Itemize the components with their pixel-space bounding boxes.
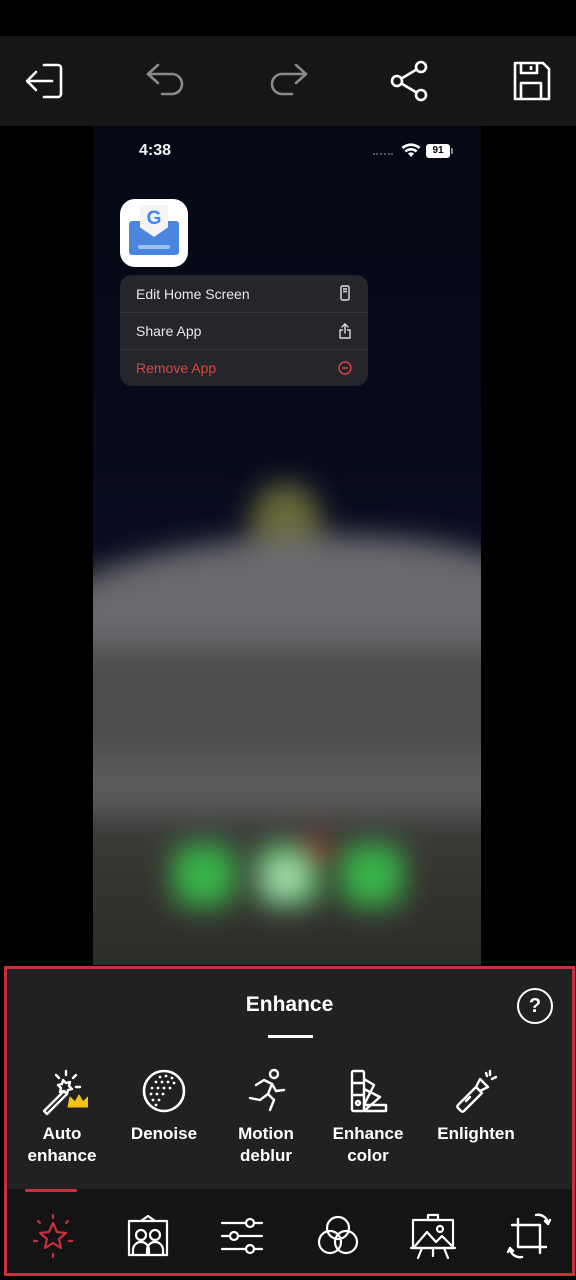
tab-enhance[interactable] xyxy=(26,1211,80,1261)
menu-item-share-app[interactable]: Share App xyxy=(120,312,368,349)
magic-wand-icon xyxy=(42,1069,88,1116)
save-icon xyxy=(513,61,551,101)
enhance-panel: Enhance ? Auto enhance Denoise Motion de… xyxy=(4,966,575,1276)
panel-title: Enhance xyxy=(245,993,334,1016)
menu-item-label: Edit Home Screen xyxy=(136,285,250,302)
share-icon xyxy=(390,60,428,102)
battery-indicator: 91 xyxy=(426,144,453,158)
redo-icon xyxy=(270,63,308,96)
color-circles-icon xyxy=(317,1215,359,1255)
wallpaper-ground xyxy=(93,646,481,766)
share-up-icon xyxy=(339,323,351,339)
flashlight-icon xyxy=(456,1069,498,1113)
easel-icon xyxy=(409,1213,457,1260)
app-context-menu: Edit Home Screen Share App Remove App xyxy=(120,275,368,386)
menu-item-edit-home-screen[interactable]: Edit Home Screen xyxy=(120,275,368,312)
crop-rotate-icon xyxy=(506,1213,552,1259)
tool-motion-deblur[interactable]: Motion deblur xyxy=(216,1065,316,1167)
tool-auto-enhance[interactable]: Auto enhance xyxy=(12,1065,112,1167)
sliders-icon xyxy=(220,1217,264,1255)
undo-icon xyxy=(146,63,184,96)
dock-app-phone xyxy=(173,844,235,906)
tool-enhance-color[interactable]: Enhance color xyxy=(318,1065,418,1167)
status-time: 4:38 xyxy=(139,142,172,159)
title-underline xyxy=(268,1035,313,1038)
photo-canvas[interactable]: 4:38 91 G Edit Home Screen Share App Rem… xyxy=(93,126,481,965)
tool-enlighten[interactable]: Enlighten xyxy=(426,1065,526,1145)
wifi-icon xyxy=(401,143,421,157)
portrait-frame-icon xyxy=(127,1214,169,1257)
exit-button[interactable] xyxy=(19,54,73,108)
tab-portrait[interactable] xyxy=(121,1211,175,1261)
top-toolbar xyxy=(0,36,576,126)
tab-adjust[interactable] xyxy=(216,1211,270,1261)
tool-label: Auto enhance xyxy=(27,1124,97,1165)
google-letter: G xyxy=(146,208,162,229)
dock-notification-badge xyxy=(305,838,327,860)
tool-label: Enhance color xyxy=(332,1124,404,1165)
signal-icon xyxy=(373,153,393,155)
help-icon: ? xyxy=(528,994,542,1017)
sparkle-star-icon xyxy=(32,1213,74,1259)
denoise-icon xyxy=(142,1069,186,1113)
color-swatch-icon xyxy=(350,1069,388,1113)
gboard-app-icon[interactable]: G xyxy=(120,199,188,267)
tool-label: Denoise xyxy=(130,1124,198,1143)
save-button[interactable] xyxy=(504,54,558,108)
tool-label: Motion deblur xyxy=(238,1124,294,1165)
tab-filters[interactable] xyxy=(311,1211,365,1261)
tab-art[interactable] xyxy=(406,1211,460,1261)
bottom-tab-bar xyxy=(7,1189,572,1273)
keyboard-spacebar xyxy=(138,245,170,249)
dock-app-facetime xyxy=(341,844,403,906)
menu-item-remove-app[interactable]: Remove App xyxy=(120,349,368,386)
exit-icon xyxy=(25,63,63,99)
running-person-icon xyxy=(248,1068,286,1112)
menu-item-label: Remove App xyxy=(136,360,217,376)
tab-crop[interactable] xyxy=(502,1211,556,1261)
active-tab-indicator xyxy=(25,1189,77,1192)
wallpaper-ground-light xyxy=(93,756,481,816)
minus-circle-icon xyxy=(338,361,352,375)
phone-icon xyxy=(340,285,350,301)
menu-item-label: Share App xyxy=(136,323,202,339)
redo-button[interactable] xyxy=(261,54,315,108)
undo-button[interactable] xyxy=(139,54,193,108)
tool-label: Enlighten xyxy=(437,1124,515,1143)
help-button[interactable]: ? xyxy=(517,988,553,1024)
tool-denoise[interactable]: Denoise xyxy=(114,1065,214,1145)
share-button[interactable] xyxy=(383,54,437,108)
